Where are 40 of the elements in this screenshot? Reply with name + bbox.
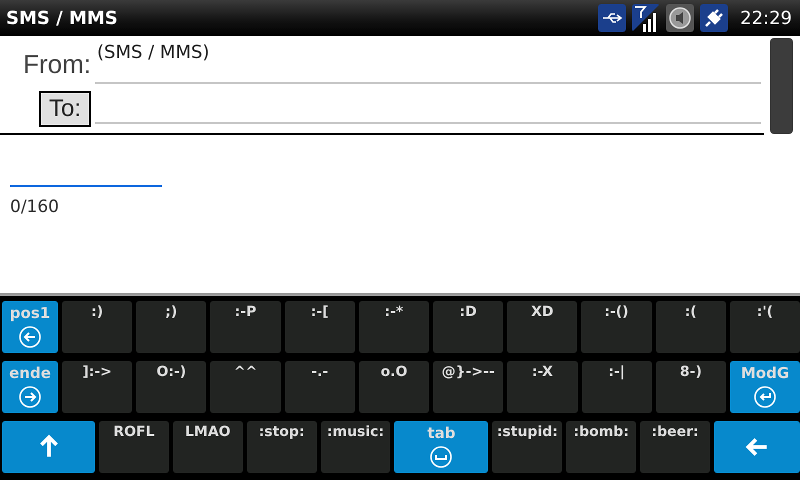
signal-icon — [632, 4, 660, 32]
emoticon-key[interactable]: :bomb: — [566, 421, 636, 473]
emoticon-key[interactable]: ]:-> — [62, 361, 132, 413]
from-label: From: — [22, 48, 92, 80]
usb-icon — [598, 4, 626, 32]
emoticon-key[interactable]: :-X — [507, 361, 578, 413]
emoticon-key[interactable]: :-P — [210, 301, 281, 353]
emoticon-key[interactable]: ;) — [136, 301, 206, 353]
speaker-icon — [666, 4, 694, 32]
shift-key[interactable] — [2, 421, 95, 473]
emoticon-key[interactable]: -.- — [284, 361, 355, 413]
emoticon-key[interactable]: :-* — [358, 301, 429, 353]
emoticon-key[interactable]: :beer: — [640, 421, 710, 473]
emoticon-key[interactable]: ^^ — [210, 361, 281, 413]
screen-title: SMS / MMS — [6, 8, 119, 28]
emoticon-key[interactable]: LMAO — [172, 421, 243, 473]
character-counter: 0/160 — [10, 197, 59, 217]
emoticon-key[interactable]: :D — [432, 301, 504, 353]
emoticon-key[interactable]: :( — [656, 301, 726, 353]
plug-icon — [700, 4, 728, 32]
emoticon-key[interactable]: :'( — [730, 301, 800, 353]
emoticon-key[interactable]: :-() — [581, 301, 652, 353]
emoticon-key[interactable]: XD — [507, 301, 578, 353]
from-field[interactable]: (SMS / MMS) — [95, 36, 761, 84]
emoticon-key[interactable]: @}->-- — [433, 361, 504, 413]
emoticon-key[interactable]: ROFL — [99, 421, 169, 473]
emoticon-key[interactable]: O:-) — [136, 361, 206, 413]
emoticon-key[interactable]: :music: — [320, 421, 390, 473]
emoticon-key[interactable]: :stupid: — [492, 421, 562, 473]
emoticon-key[interactable]: :-| — [582, 361, 652, 413]
clock-time: 22:29 — [740, 8, 792, 28]
emoticon-key[interactable]: :) — [62, 301, 132, 353]
emoticon-key[interactable]: 8-) — [656, 361, 726, 413]
emoticon-key[interactable]: :stop: — [246, 421, 317, 473]
space-icon — [429, 445, 454, 469]
to-button[interactable]: To: — [38, 91, 91, 127]
emoticon-key[interactable]: :-[ — [284, 301, 355, 353]
backspace-key[interactable] — [714, 421, 800, 473]
emoticon-key[interactable]: o.O — [358, 361, 430, 413]
scrollbar[interactable] — [770, 38, 793, 134]
